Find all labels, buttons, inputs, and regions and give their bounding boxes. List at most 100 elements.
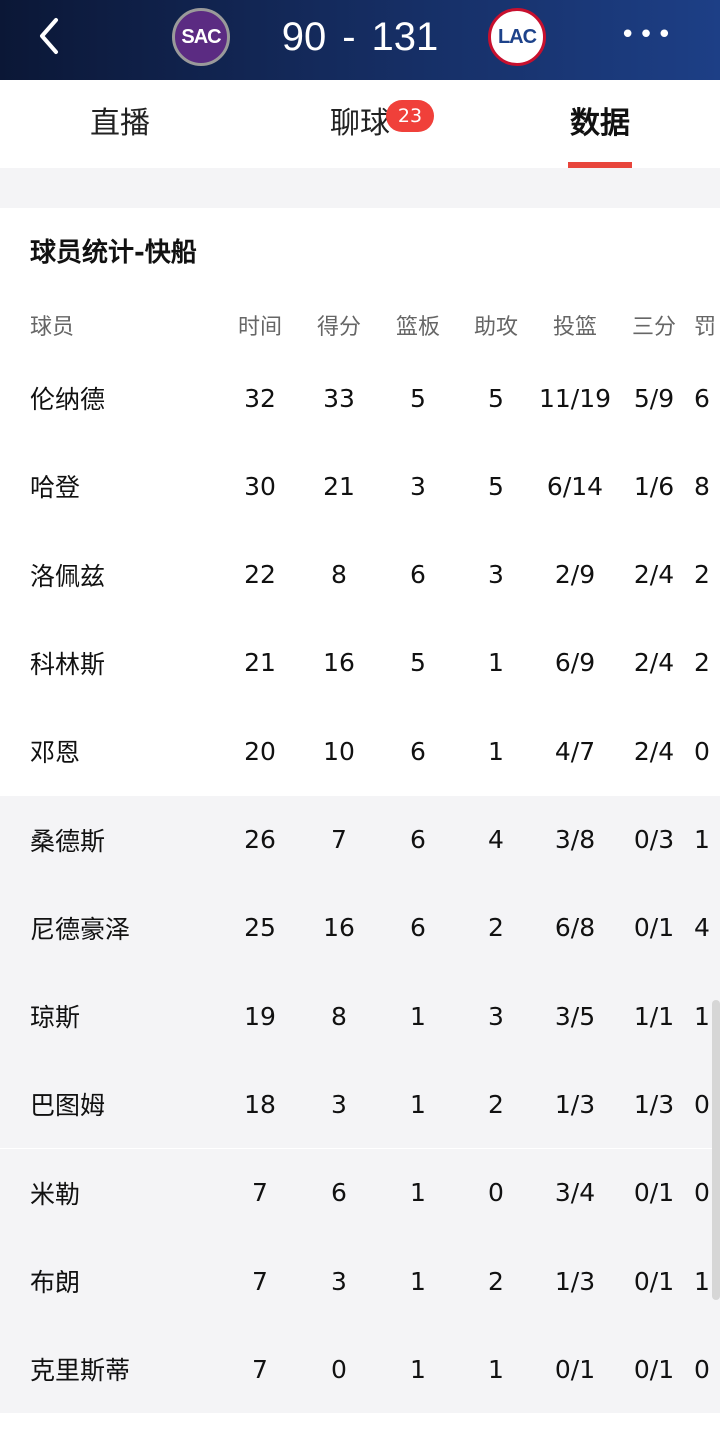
cell-assists: 4 xyxy=(488,825,504,854)
cell-field-goals: 6/9 xyxy=(554,648,596,678)
cell-rebounds: 6 xyxy=(410,736,426,766)
home-score: 90 xyxy=(281,14,327,59)
cell-three-pointers: 0/3 xyxy=(633,825,675,854)
cell-player-name[interactable]: 巴图姆 xyxy=(30,1060,105,1148)
cell-points: 33 xyxy=(323,383,355,413)
table-row[interactable]: 伦纳德 32 33 5 5 11/19 5/9 6 xyxy=(0,354,720,442)
col-header-three-pointers: 三分 xyxy=(631,315,676,340)
cell-rebounds: 1 xyxy=(410,1354,426,1384)
col-header-free-throws: 罚 xyxy=(694,315,717,340)
cell-rebounds: 6 xyxy=(410,560,426,590)
more-dots-icon: ••• xyxy=(620,20,676,50)
table-row[interactable]: 琼斯 19 8 1 3 3/5 1/1 1 xyxy=(0,972,720,1061)
cell-minutes: 18 xyxy=(244,1089,276,1119)
cell-free-throws: 1 xyxy=(694,825,710,854)
table-row[interactable]: 哈登 30 21 3 5 6/14 1/6 8 xyxy=(0,442,720,530)
cell-player-name[interactable]: 科林斯 xyxy=(30,619,105,707)
cell-three-pointers: 2/4 xyxy=(633,736,675,766)
cell-minutes: 21 xyxy=(244,648,276,678)
tab-stats[interactable]: 数据 xyxy=(500,80,700,168)
cell-points: 21 xyxy=(323,471,355,501)
cell-field-goals: 1/3 xyxy=(554,1089,596,1119)
cell-minutes: 7 xyxy=(252,1178,268,1208)
cell-three-pointers: 0/1 xyxy=(633,1354,675,1384)
table-row[interactable]: 邓恩 20 10 6 1 4/7 2/4 0 xyxy=(0,707,720,795)
cell-player-name[interactable]: 伦纳德 xyxy=(30,354,105,442)
table-row[interactable]: 科林斯 21 16 5 1 6/9 2/4 2 xyxy=(0,619,720,707)
active-tab-indicator xyxy=(568,162,632,168)
cell-free-throws: 0 xyxy=(694,1354,710,1384)
cell-field-goals: 3/5 xyxy=(554,1001,596,1031)
cell-three-pointers: 0/1 xyxy=(633,1266,675,1296)
table-row[interactable]: 洛佩兹 22 8 6 3 2/9 2/4 2 xyxy=(0,531,720,619)
cell-field-goals: 3/8 xyxy=(554,825,596,854)
cell-player-name[interactable]: 布朗 xyxy=(30,1237,80,1325)
cell-player-name[interactable]: 桑德斯 xyxy=(30,796,105,884)
table-row[interactable]: 桑德斯 26 7 6 4 3/8 0/3 1 xyxy=(0,795,720,884)
cell-assists: 5 xyxy=(488,471,504,501)
cell-field-goals: 3/4 xyxy=(554,1178,596,1208)
cell-points: 16 xyxy=(323,648,355,678)
col-header-rebounds: 篮板 xyxy=(395,315,440,340)
back-button[interactable] xyxy=(32,14,72,58)
cell-three-pointers: 2/4 xyxy=(633,560,675,590)
cell-field-goals: 2/9 xyxy=(554,560,596,590)
cell-player-name[interactable]: 琼斯 xyxy=(30,972,80,1060)
cell-points: 8 xyxy=(331,560,347,590)
score-separator: - xyxy=(342,14,356,59)
cell-field-goals: 1/3 xyxy=(554,1266,596,1296)
cell-rebounds: 1 xyxy=(410,1178,426,1208)
cell-points: 3 xyxy=(331,1266,347,1296)
cell-free-throws: 2 xyxy=(694,560,710,590)
col-header-minutes: 时间 xyxy=(237,315,282,340)
cell-assists: 5 xyxy=(488,383,504,413)
cell-minutes: 7 xyxy=(252,1266,268,1296)
table-row[interactable]: 布朗 7 3 1 2 1/3 0/1 1 xyxy=(0,1237,720,1325)
cell-assists: 1 xyxy=(488,648,504,678)
more-options-button[interactable]: ••• xyxy=(620,20,672,54)
cell-player-name[interactable]: 邓恩 xyxy=(30,707,80,795)
game-header: SAC 90 - 131 LAC ••• xyxy=(0,0,720,80)
cell-rebounds: 3 xyxy=(410,471,426,501)
cell-player-name[interactable]: 米勒 xyxy=(30,1149,80,1237)
cell-minutes: 25 xyxy=(244,913,276,943)
home-team-abbr: SAC xyxy=(181,25,221,48)
cell-minutes: 32 xyxy=(244,383,276,413)
cell-free-throws: 4 xyxy=(694,913,710,943)
away-team-logo[interactable]: LAC xyxy=(488,8,546,66)
cell-field-goals: 11/19 xyxy=(538,383,612,413)
cell-points: 8 xyxy=(331,1001,347,1031)
cell-points: 0 xyxy=(331,1354,347,1384)
cell-player-name[interactable]: 克里斯蒂 xyxy=(30,1325,130,1413)
cell-assists: 2 xyxy=(488,913,504,943)
cell-three-pointers: 0/1 xyxy=(633,913,675,943)
cell-rebounds: 5 xyxy=(410,383,426,413)
scrollbar[interactable] xyxy=(712,1000,720,1300)
col-header-player: 球员 xyxy=(30,315,75,340)
cell-minutes: 20 xyxy=(244,736,276,766)
cell-minutes: 19 xyxy=(244,1001,276,1031)
cell-three-pointers: 5/9 xyxy=(633,383,675,413)
table-row[interactable]: 米勒 7 6 1 0 3/4 0/1 0 xyxy=(0,1148,720,1237)
cell-points: 7 xyxy=(331,825,347,854)
cell-player-name[interactable]: 洛佩兹 xyxy=(30,531,105,619)
cell-minutes: 22 xyxy=(244,560,276,590)
player-stats-card: 球员统计-快船 球员 时间 得分 篮板 助攻 投篮 三分 罚 伦纳德 32 33 5 5… xyxy=(0,208,720,1434)
home-team-logo[interactable]: SAC xyxy=(172,8,230,66)
away-score: 131 xyxy=(371,14,439,59)
table-row[interactable]: 尼德豪泽 25 16 6 2 6/8 0/1 4 xyxy=(0,883,720,972)
table-row[interactable]: 巴图姆 18 3 1 2 1/3 1/3 0 xyxy=(0,1060,720,1149)
scoreboard: 90 - 131 xyxy=(262,10,458,64)
cell-field-goals: 0/1 xyxy=(554,1354,596,1384)
table-row[interactable]: 克里斯蒂 7 0 1 1 0/1 0/1 0 xyxy=(0,1325,720,1414)
cell-player-name[interactable]: 哈登 xyxy=(30,442,80,530)
cell-assists: 1 xyxy=(488,1354,504,1384)
cell-field-goals: 6/8 xyxy=(554,913,596,943)
tab-bar: 直播 聊球 数据 xyxy=(0,80,720,168)
cell-player-name[interactable]: 尼德豪泽 xyxy=(30,884,130,972)
tab-live[interactable]: 直播 xyxy=(20,80,220,168)
cell-three-pointers: 2/4 xyxy=(633,648,675,678)
chevron-left-icon xyxy=(40,18,58,54)
chat-count-badge: 23 xyxy=(386,100,434,132)
cell-free-throws: 6 xyxy=(694,383,710,413)
